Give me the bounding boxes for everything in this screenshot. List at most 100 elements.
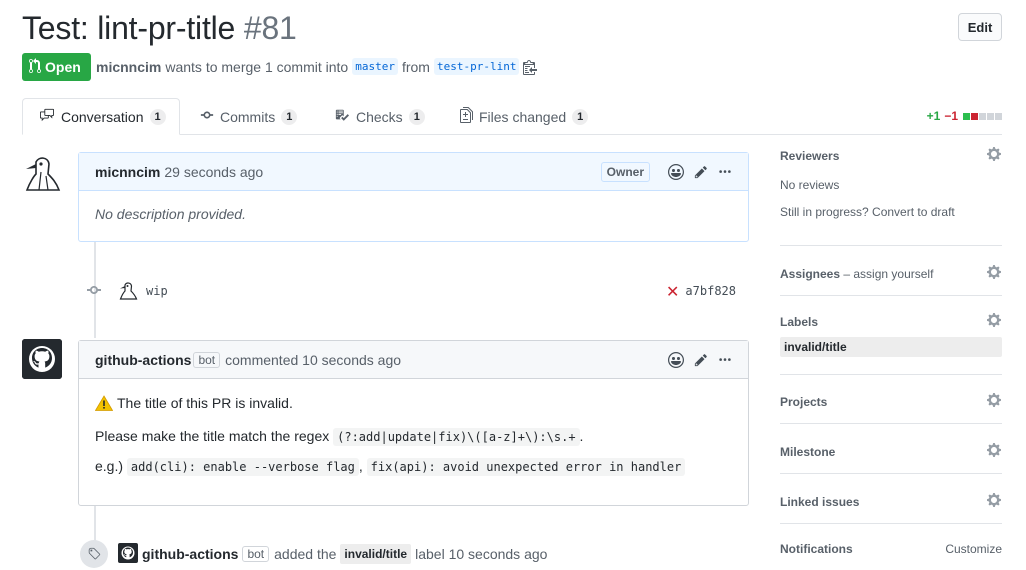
regex-line: Please make the title match the regex (?… [95, 428, 732, 446]
smiley-icon[interactable] [668, 163, 684, 180]
comment-author[interactable]: github-actions [95, 352, 191, 368]
diffstat-block [979, 112, 986, 120]
gear-icon[interactable] [986, 146, 1002, 165]
comment-actions [668, 351, 732, 368]
tab-checks[interactable]: Checks 1 [334, 98, 425, 135]
git-commit-icon [86, 282, 102, 301]
owner-badge: Owner [600, 161, 650, 182]
diffstat-block [971, 112, 978, 120]
commit-message[interactable]: wip [146, 284, 168, 298]
comment-action[interactable]: commented 10 seconds ago [225, 352, 401, 368]
pr-title-text: Test: lint-pr-title [22, 10, 236, 46]
sidebar-label-pill[interactable]: invalid/title [780, 337, 1002, 357]
clipboard-icon[interactable] [523, 59, 538, 75]
sidebar-assignees-title: Assignees [780, 266, 841, 281]
tab-commits-count: 1 [281, 108, 298, 125]
regex-suffix: . [579, 428, 584, 444]
example-separator: , [358, 458, 363, 474]
tab-files-changed[interactable]: Files changed 1 [460, 98, 589, 135]
example-line: e.g.) add(cli): enable --verbose flag, f… [95, 458, 732, 476]
comment-discussion-icon [39, 108, 55, 125]
git-pull-request-icon [29, 57, 41, 77]
tag-icon [80, 540, 108, 568]
commit-sha[interactable]: a7bf828 [685, 284, 736, 298]
tab-conversation-label: Conversation [61, 108, 144, 125]
sidebar-milestone-title: Milestone [780, 444, 836, 459]
customize-notifications-link[interactable]: Customize [945, 542, 1002, 556]
diffstat-block [995, 112, 1002, 120]
sidebar-projects-title: Projects [780, 394, 828, 409]
event-actor[interactable]: github-actions [142, 546, 238, 562]
diffstat-block [963, 112, 970, 120]
pencil-icon[interactable] [694, 353, 708, 367]
sidebar-linked-issues-header[interactable]: Linked issues [780, 492, 1002, 511]
sidebar-labels-title: Labels [780, 314, 819, 329]
tab-checks-label: Checks [356, 108, 403, 125]
pr-state-label: Open [45, 59, 81, 75]
gear-icon[interactable] [986, 392, 1002, 411]
pencil-icon[interactable] [694, 165, 708, 179]
comment-author[interactable]: micnncim [95, 164, 160, 180]
pr-meta: micnncim wants to merge 1 commit into ma… [96, 58, 538, 75]
assign-yourself-link[interactable]: – assign yourself [843, 267, 933, 281]
comment-header: micnncim 29 seconds ago Owner [79, 153, 748, 191]
gear-icon[interactable] [986, 312, 1002, 331]
sidebar-notifications-title: Notifications [780, 542, 853, 556]
commit-row: wip ✕ a7bf828 [86, 280, 736, 302]
label-pill[interactable]: invalid/title [340, 544, 412, 564]
no-reviews-text: No reviews [780, 178, 840, 192]
edit-button[interactable]: Edit [958, 13, 1002, 41]
tab-conversation[interactable]: Conversation 1 [22, 98, 180, 135]
comment-timestamp[interactable]: 29 seconds ago [164, 164, 263, 180]
event-actor-avatar[interactable] [118, 542, 138, 566]
warning-line: The title of this PR is invalid. [94, 395, 732, 414]
diffstat-blocks [962, 112, 1002, 120]
sidebar-milestone-header[interactable]: Milestone [780, 442, 1002, 461]
comment-body: No description provided. [79, 191, 748, 237]
file-diff-icon [460, 107, 473, 126]
gear-icon[interactable] [986, 442, 1002, 461]
tab-files-changed-label: Files changed [479, 108, 567, 125]
tab-commits-label: Commits [220, 108, 276, 125]
base-branch[interactable]: master [352, 58, 398, 75]
diffstat-additions: +1 [926, 109, 941, 123]
regex-code: (?:add|update|fix)\([a-z]+\):\s.+ [333, 428, 580, 446]
pr-state-badge: Open [22, 53, 91, 81]
git-commit-icon [200, 108, 214, 125]
kebab-horizontal-icon[interactable] [718, 353, 732, 367]
sidebar-labels-header[interactable]: Labels [780, 312, 1002, 331]
sidebar-reviewers: Reviewers No reviews Still in progress? … [780, 146, 1002, 246]
smiley-icon[interactable] [668, 351, 684, 368]
event-action: added the [274, 546, 337, 562]
bot-comment: github-actions bot commented 10 seconds … [78, 340, 749, 506]
kebab-horizontal-icon[interactable] [718, 165, 732, 179]
example-code: fix(api): avoid unexpected error in hand… [366, 458, 686, 476]
bot-avatar[interactable] [22, 339, 62, 379]
sidebar-linked-issues-title: Linked issues [780, 494, 860, 509]
timeline-connector [94, 505, 96, 545]
gear-icon[interactable] [986, 264, 1002, 283]
from-text: from [401, 58, 430, 75]
sidebar-assignees: Assignees – assign yourself [780, 264, 1002, 296]
sidebar-assignees-header[interactable]: Assignees – assign yourself [780, 264, 1002, 283]
example-prefix: e.g.) [95, 458, 124, 474]
sidebar-projects-header[interactable]: Projects [780, 392, 1002, 411]
diffstat-deletions: −1 [944, 109, 958, 123]
tab-commits[interactable]: Commits 1 [200, 98, 298, 135]
gear-icon[interactable] [986, 492, 1002, 511]
x-icon[interactable]: ✕ [666, 282, 679, 301]
head-branch[interactable]: test-pr-lint [433, 58, 520, 75]
author-avatar[interactable] [22, 152, 62, 192]
merge-text: wants to merge 1 commit into [165, 58, 349, 75]
sidebar-linked-issues: Linked issues [780, 492, 1002, 524]
convert-to-draft-link[interactable]: Still in progress? Convert to draft [780, 205, 1002, 219]
tab-checks-count: 1 [408, 108, 425, 125]
sidebar-notifications: Notifications Customize [780, 542, 1002, 566]
commit-author-avatar[interactable] [118, 280, 138, 303]
label-event: github-actions bot added the invalid/tit… [80, 540, 547, 568]
diffstat: +1 −1 [927, 109, 1002, 123]
sidebar-reviewers-header[interactable]: Reviewers [780, 146, 1002, 165]
pr-author-link[interactable]: micnncim [96, 59, 161, 75]
bot-badge: bot [242, 546, 270, 562]
no-description-text: No description provided. [95, 206, 246, 222]
